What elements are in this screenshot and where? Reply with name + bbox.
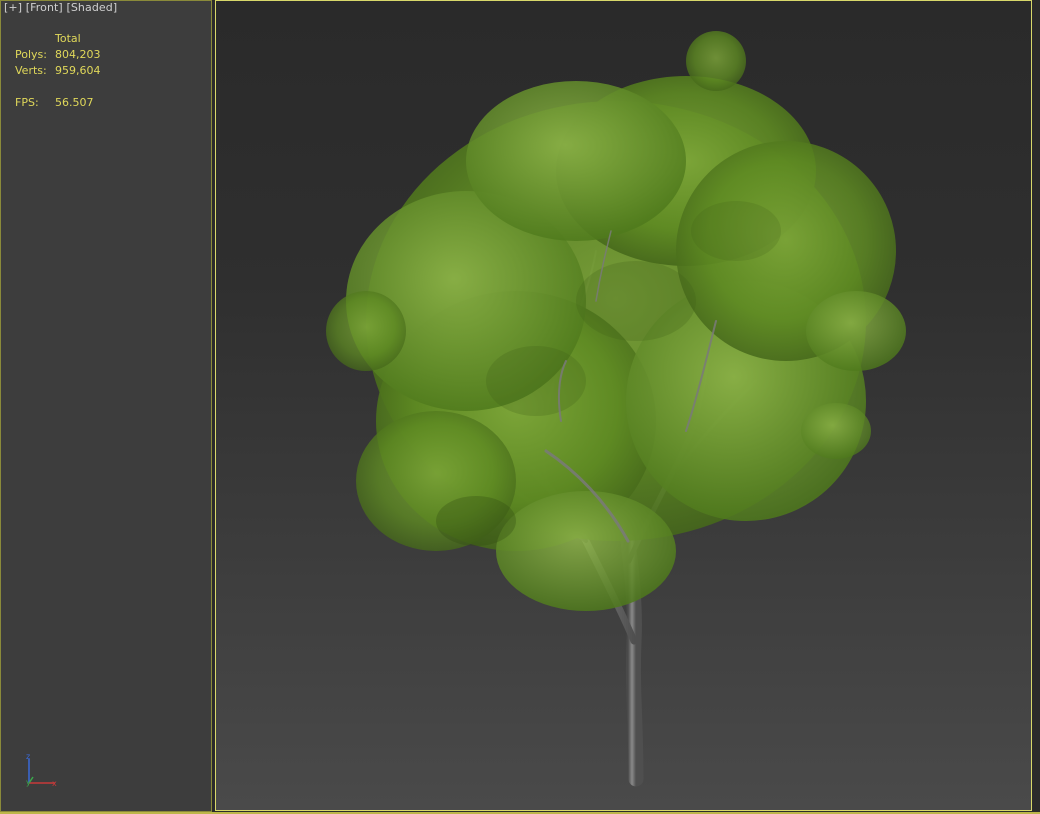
- verts-label: Verts:: [15, 64, 47, 77]
- fps-value: 56.507: [55, 96, 94, 109]
- polys-value: 804,203: [55, 48, 101, 61]
- axis-gizmo-icon: z y x: [26, 752, 57, 788]
- tree-model[interactable]: [216, 1, 1032, 811]
- axis-z-label: z: [26, 752, 30, 761]
- right-gutter: [1033, 0, 1040, 812]
- viewport-menu-view[interactable]: [Front]: [26, 1, 63, 14]
- viewport-menu-plus[interactable]: [+]: [4, 1, 22, 14]
- main-viewport[interactable]: [215, 0, 1032, 811]
- stats-header: Total: [55, 32, 81, 45]
- axis-x-label: x: [52, 779, 57, 788]
- viewport-labels: [+] [Front] [Shaded]: [4, 1, 117, 14]
- axis-y-label: y: [26, 778, 31, 787]
- fps-label: FPS:: [15, 96, 39, 109]
- polys-label: Polys:: [15, 48, 47, 61]
- tree-foliage: [326, 31, 906, 611]
- verts-value: 959,604: [55, 64, 101, 77]
- viewport-menu-shading[interactable]: [Shaded]: [66, 1, 117, 14]
- left-viewport-panel[interactable]: [+] [Front] [Shaded] Total Polys: 804,20…: [0, 0, 212, 812]
